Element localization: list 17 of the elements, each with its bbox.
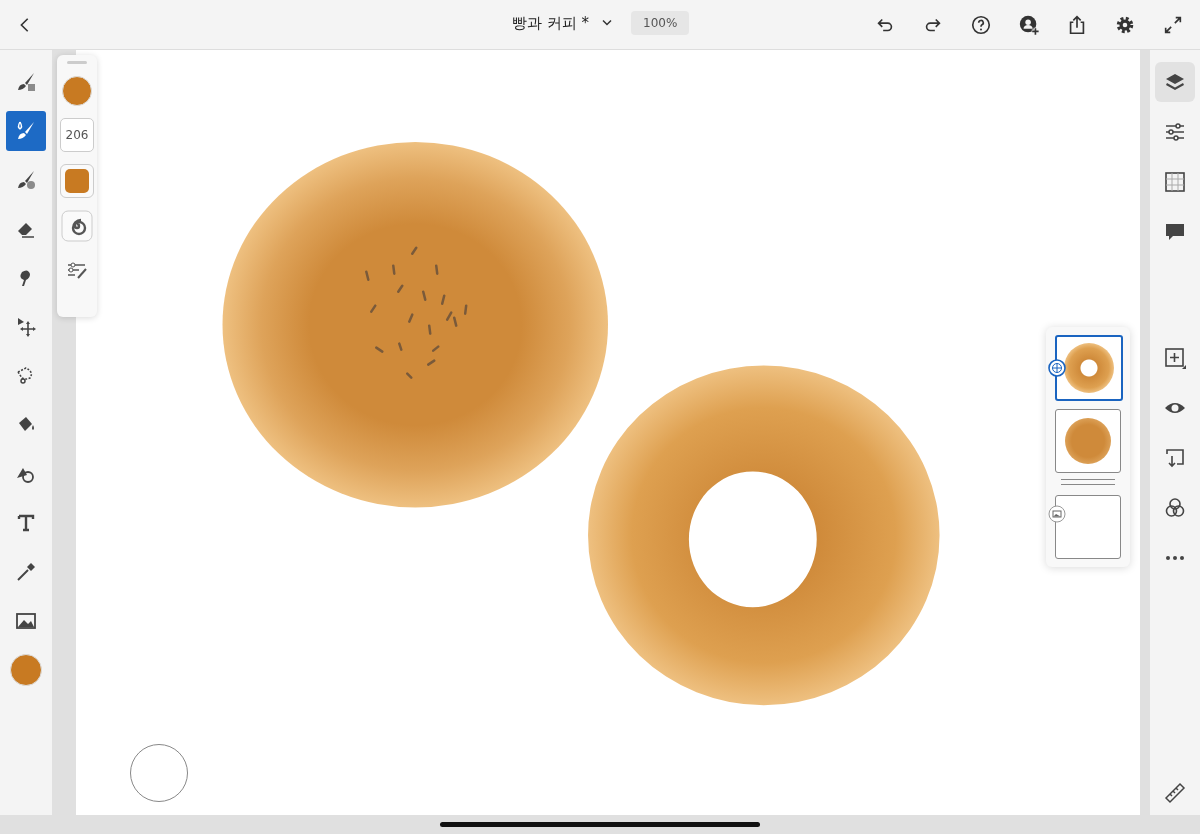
layers-icon[interactable]: [1155, 62, 1195, 102]
document-title[interactable]: 빵과 커피 *: [512, 13, 590, 33]
brush-color-swatch[interactable]: [62, 76, 92, 106]
invite-user-icon[interactable]: [1018, 13, 1040, 36]
image-layer-icon[interactable]: [1048, 505, 1066, 523]
layer-thumbnail[interactable]: [1055, 335, 1123, 401]
brush-drop-icon[interactable]: [6, 111, 46, 151]
color-swatch[interactable]: [10, 654, 42, 686]
zoom-level[interactable]: 100%: [631, 11, 690, 35]
layer-thumbnail[interactable]: [1055, 495, 1121, 559]
layer-thumbnail[interactable]: [1055, 409, 1121, 473]
ruler-icon[interactable]: [1163, 781, 1187, 805]
brush-size-field[interactable]: 206: [60, 118, 94, 152]
flow-button[interactable]: [60, 164, 94, 198]
help-icon[interactable]: [970, 13, 992, 36]
layer-grid-icon[interactable]: [1048, 359, 1066, 377]
spiral-icon[interactable]: [61, 210, 93, 242]
